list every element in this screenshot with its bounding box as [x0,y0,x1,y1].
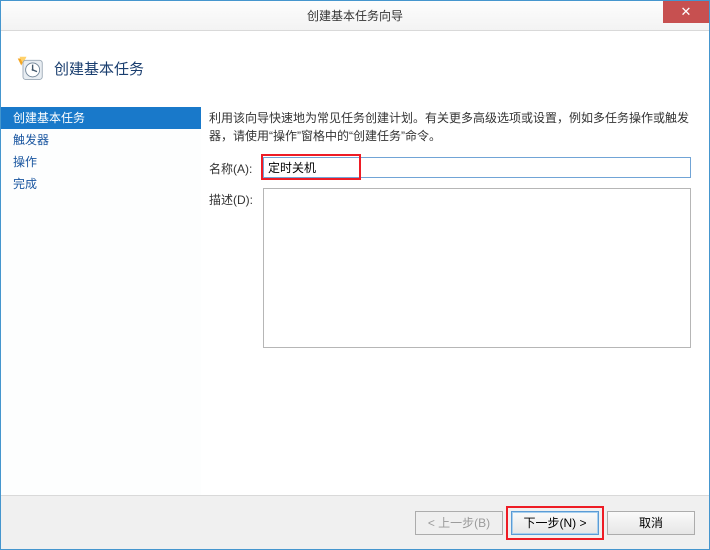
name-label: 名称(A): [209,157,263,177]
description-label: 描述(D): [209,188,263,208]
cancel-button[interactable]: 取消 [607,511,695,535]
window-title: 创建基本任务向导 [307,7,403,24]
back-button: < 上一步(B) [415,511,503,535]
next-button[interactable]: 下一步(N) > [511,511,599,535]
wizard-footer: < 上一步(B) 下一步(N) > 取消 [1,495,709,549]
next-button-wrap: 下一步(N) > [511,511,599,535]
sidebar-step-0[interactable]: 创建基本任务 [1,107,201,129]
page-title: 创建基本任务 [54,58,144,79]
sidebar-step-2[interactable]: 操作 [1,151,201,173]
wizard-content: 利用该向导快速地为常见任务创建计划。有关更多高级选项或设置，例如多任务操作或触发… [201,107,709,495]
intro-text: 利用该向导快速地为常见任务创建计划。有关更多高级选项或设置，例如多任务操作或触发… [209,107,691,157]
wizard-sidebar: 创建基本任务触发器操作完成 [1,107,201,495]
sidebar-step-1[interactable]: 触发器 [1,129,201,151]
description-input[interactable] [263,188,691,348]
name-input[interactable] [263,157,691,178]
name-input-wrap [263,157,691,178]
description-row: 描述(D): [209,188,691,348]
close-button[interactable]: ✕ [663,1,709,23]
scheduler-icon [16,55,44,83]
title-bar: 创建基本任务向导 ✕ [1,1,709,31]
sidebar-step-3[interactable]: 完成 [1,173,201,195]
wizard-body: 创建基本任务触发器操作完成 利用该向导快速地为常见任务创建计划。有关更多高级选项… [1,107,709,495]
close-icon: ✕ [681,4,692,20]
wizard-header: 创建基本任务 [1,31,709,107]
wizard-window: 创建基本任务向导 ✕ 创建基本任务 创建基本任务触发器操作完成 利用该向导快速地… [0,0,710,550]
name-row: 名称(A): [209,157,691,178]
